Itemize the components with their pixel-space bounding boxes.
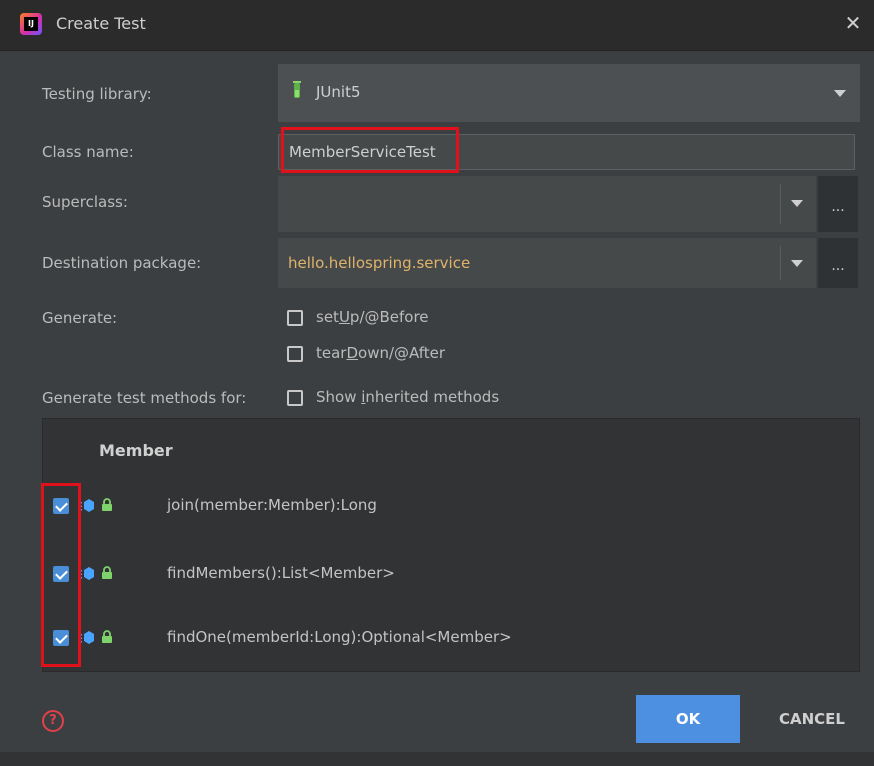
class-name-label: Class name: (42, 143, 134, 161)
table-row[interactable]: findMembers():List<Member> (43, 559, 859, 589)
method-signature: findMembers():List<Member> (167, 564, 395, 582)
show-inherited-label: Show inherited methods (316, 388, 499, 406)
testing-library-label: Testing library: (42, 85, 152, 103)
chevron-down-icon[interactable] (791, 260, 803, 267)
dialog-title: Create Test (56, 14, 146, 33)
lock-icon (102, 630, 112, 643)
chevron-down-icon[interactable] (791, 200, 803, 207)
help-icon[interactable]: ? (42, 710, 64, 732)
teardown-checkbox[interactable] (287, 346, 303, 362)
teardown-label-pre: tear (316, 344, 347, 362)
destination-package-value: hello.hellospring.service (288, 254, 471, 272)
class-name-highlight (281, 127, 459, 173)
method-signature: findOne(memberId:Long):Optional<Member> (167, 628, 512, 646)
table-row[interactable]: join(member:Member):Long (43, 491, 859, 521)
setup-label: setUp/@Before (316, 308, 429, 326)
lock-icon (102, 498, 112, 511)
intellij-idea-icon: IJ (20, 13, 42, 35)
destination-package-combobox[interactable]: hello.hellospring.service (278, 238, 816, 288)
teardown-label-mnemonic: D (346, 344, 359, 362)
table-row[interactable]: findOne(memberId:Long):Optional<Member> (43, 623, 859, 653)
teardown-label-post: own/@After (358, 344, 446, 362)
method-icon (79, 631, 94, 644)
footer-strip (0, 752, 874, 766)
teardown-label: tearDown/@After (316, 344, 445, 362)
superclass-browse-button[interactable]: ... (818, 176, 858, 232)
method-icon (79, 567, 94, 580)
setup-label-post: p/@Before (349, 308, 429, 326)
show-inherited-pre: Show (316, 388, 362, 406)
method-icon (79, 499, 94, 512)
generate-label: Generate: (42, 309, 118, 327)
testing-library-value: JUnit5 (316, 83, 361, 101)
method-signature: join(member:Member):Long (167, 496, 377, 514)
generate-methods-label: Generate test methods for: (42, 389, 247, 407)
app-icon-glyph: IJ (24, 17, 38, 31)
destination-browse-button[interactable]: ... (818, 238, 858, 288)
superclass-label: Superclass: (42, 193, 128, 211)
destination-package-label: Destination package: (42, 254, 202, 272)
setup-label-pre: set (316, 308, 339, 326)
combo-divider (780, 246, 781, 280)
superclass-combobox[interactable] (278, 176, 816, 232)
create-test-dialog: IJ Create Test ✕ Testing library: JUnit5… (0, 0, 874, 766)
member-column-header: Member (99, 441, 173, 460)
cancel-button[interactable]: CANCEL (760, 695, 864, 743)
chevron-down-icon (834, 90, 846, 97)
setup-checkbox[interactable] (287, 310, 303, 326)
title-bar: IJ Create Test ✕ (0, 0, 874, 51)
close-icon[interactable]: ✕ (840, 10, 866, 36)
flask-icon (293, 81, 301, 98)
lock-icon (102, 566, 112, 579)
show-inherited-post: nherited methods (365, 388, 500, 406)
testing-library-dropdown[interactable]: JUnit5 (278, 64, 860, 122)
method-checkboxes-highlight (41, 483, 81, 667)
member-methods-table: Member join(member:Member):Long findMemb… (42, 418, 860, 672)
combo-divider (780, 184, 781, 224)
setup-label-mnemonic: U (338, 308, 350, 326)
show-inherited-checkbox[interactable] (287, 390, 303, 406)
ok-button[interactable]: OK (636, 695, 740, 743)
